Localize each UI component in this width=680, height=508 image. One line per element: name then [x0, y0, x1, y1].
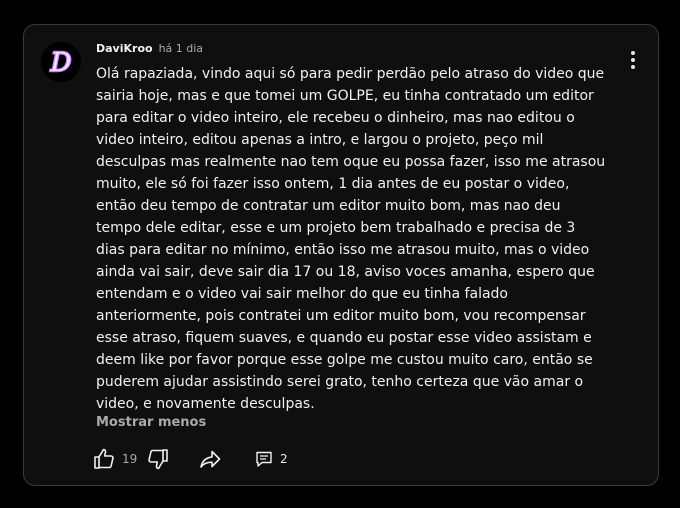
comment-card: D D DaviKroo há 1 dia Olá rapaziada, vin…: [23, 24, 659, 486]
comment-header: DaviKroo há 1 dia: [96, 42, 203, 58]
vertical-ellipsis-icon: [630, 51, 636, 69]
dislike-button[interactable]: [146, 447, 170, 471]
comment-bubble-icon: [256, 451, 272, 467]
more-actions-button[interactable]: [630, 51, 636, 71]
replies-button[interactable]: 2: [254, 449, 288, 469]
reply-count: 2: [280, 452, 288, 466]
share-arrow-icon: [200, 450, 221, 468]
thumbs-down-icon: [148, 449, 168, 470]
avatar[interactable]: D D: [41, 42, 81, 82]
author-name[interactable]: DaviKroo: [96, 42, 153, 55]
like-button[interactable]: 19: [92, 447, 137, 471]
avatar-letter: D: [50, 48, 72, 78]
comment-time[interactable]: há 1 dia: [159, 42, 203, 55]
thumbs-up-icon: [94, 448, 114, 469]
letter-d-neon-logo: D D: [41, 42, 81, 82]
like-count: 19: [122, 452, 138, 466]
comment-text: Olá rapaziada, vindo aqui só para pedir …: [96, 66, 606, 412]
show-less-button[interactable]: Mostrar menos: [96, 415, 206, 430]
share-button[interactable]: [198, 447, 222, 471]
